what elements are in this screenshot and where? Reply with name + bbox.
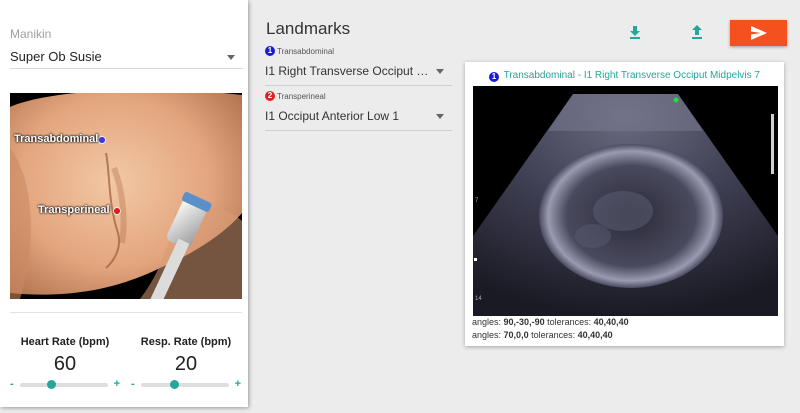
ultrasound-scan bbox=[473, 86, 778, 316]
heart-rate-display: Heart Rate (bpm) 60 bbox=[10, 336, 120, 376]
resp-rate-value: 20 bbox=[174, 353, 198, 375]
resp-rate-increase[interactable]: + bbox=[235, 377, 241, 391]
resp-rate-track[interactable] bbox=[141, 380, 229, 389]
resp-rate-display: Resp. Rate (bpm) 20 bbox=[131, 336, 241, 376]
resp-rate-label: Resp. Rate (bpm) bbox=[140, 336, 232, 348]
upload-button[interactable] bbox=[689, 24, 705, 40]
send-icon bbox=[751, 26, 767, 40]
angles-line-2: angles: 70,0,0 tolerances: 40,40,40 bbox=[472, 330, 613, 340]
download-icon bbox=[630, 26, 640, 39]
chevron-down-icon bbox=[436, 69, 444, 74]
manikin-illustration bbox=[10, 93, 242, 299]
manikin-select[interactable]: Super Ob Susie bbox=[10, 46, 243, 69]
heart-rate-decrease[interactable]: - bbox=[10, 377, 14, 391]
manikin-panel: Manikin Super Ob Susie Transabdominal Tr… bbox=[0, 0, 248, 407]
transabdominal-landmark-label: Transabdominal bbox=[14, 133, 99, 145]
resp-rate-slider[interactable]: - + bbox=[131, 377, 241, 391]
resp-rate-thumb[interactable] bbox=[170, 380, 180, 389]
upload-icon bbox=[692, 25, 702, 39]
heart-rate-slider[interactable]: - + bbox=[10, 377, 120, 391]
angles-line-1: angles: 90,-30,-90 tolerances: 40,40,40 bbox=[472, 317, 629, 327]
depth-label: 14 bbox=[475, 296, 482, 302]
manikin-image[interactable]: Transabdominal Transperineal bbox=[10, 93, 242, 299]
landmark-caption: Transabdominal bbox=[277, 46, 335, 56]
heart-rate-thumb[interactable] bbox=[46, 380, 56, 389]
ultrasound-badge: 1 bbox=[488, 72, 499, 82]
heart-rate-increase[interactable]: + bbox=[114, 377, 120, 391]
manikin-select-value: Super Ob Susie bbox=[10, 49, 102, 64]
download-button[interactable] bbox=[627, 24, 643, 40]
heart-rate-label: Heart Rate (bpm) bbox=[20, 336, 110, 348]
manikin-label: Manikin bbox=[10, 27, 52, 41]
landmark-value: I1 Occiput Anterior Low 1 bbox=[265, 109, 400, 123]
landmark-value: I1 Right Transverse Occiput Midpelvis 7 bbox=[265, 64, 430, 78]
landmark-badge: 1 bbox=[265, 46, 275, 56]
transperineal-landmark-label: Transperineal bbox=[38, 204, 110, 216]
landmark-select-transperineal[interactable]: 2 Transperineal I1 Occiput Anterior Low … bbox=[265, 91, 452, 131]
ultrasound-image[interactable]: 7 14 bbox=[473, 86, 778, 316]
heart-rate-track[interactable] bbox=[20, 380, 108, 389]
landmarks-title: Landmarks bbox=[266, 19, 351, 38]
ultrasound-title-text: Transabdominal - I1 Right Transverse Occ… bbox=[503, 70, 760, 81]
heart-rate-value: 60 bbox=[53, 353, 77, 375]
chevron-down-icon bbox=[227, 55, 235, 60]
chevron-down-icon bbox=[436, 114, 444, 119]
ultrasound-card: 1 Transabdominal - I1 Right Transverse O… bbox=[465, 62, 784, 346]
ultrasound-title: 1 Transabdominal - I1 Right Transverse O… bbox=[465, 70, 784, 82]
divider bbox=[10, 312, 242, 313]
resp-rate-decrease[interactable]: - bbox=[131, 377, 135, 391]
send-button[interactable] bbox=[730, 20, 787, 46]
depth-label: 7 bbox=[475, 198, 479, 204]
landmark-select-transabdominal[interactable]: 1 Transabdominal I1 Right Transverse Occ… bbox=[265, 46, 452, 86]
landmark-badge: 2 bbox=[265, 91, 275, 101]
landmark-caption: Transperineal bbox=[277, 91, 326, 101]
